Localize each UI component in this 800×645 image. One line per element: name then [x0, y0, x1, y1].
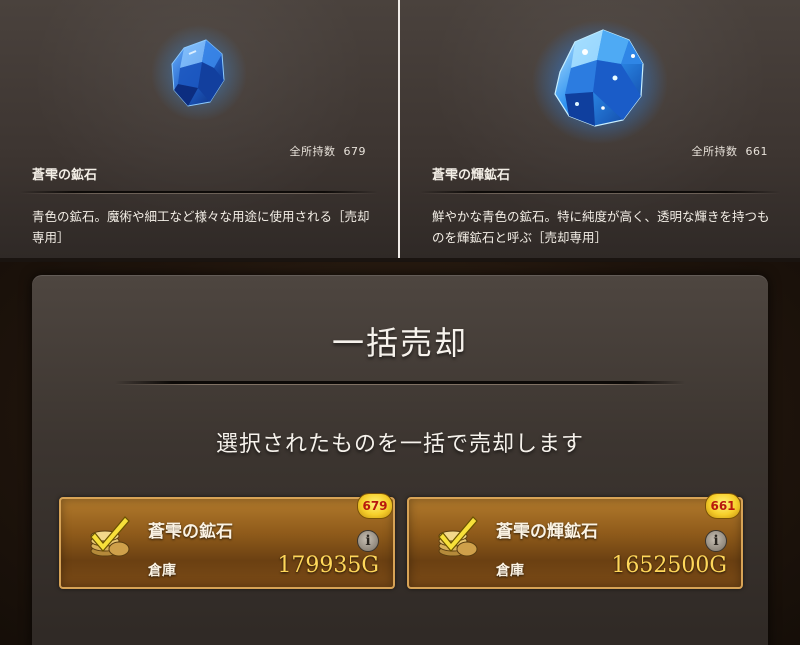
title-divider [115, 381, 685, 385]
owned-label: 全所持数 [691, 145, 738, 158]
dialog-message: 選択されたものを一括で売却します [215, 432, 584, 457]
owned-count-value: 679 [343, 145, 366, 158]
gold-coins-check-icon [437, 513, 483, 563]
owned-count-text: 全所持数 679 [290, 143, 367, 159]
card-location: 倉庫 [148, 563, 176, 579]
info-button[interactable]: i [705, 530, 727, 552]
card-item-name: 蒼雫の鉱石 [148, 522, 233, 542]
sell-item-card-shining-ore[interactable]: 蒼雫の輝鉱石 倉庫 1652500G 661 i [407, 493, 743, 589]
owned-label: 全所持数 [289, 145, 336, 158]
blue-shining-ore-gem-icon [400, 18, 800, 147]
sell-item-card-ore[interactable]: 蒼雫の鉱石 倉庫 179935G 679 i [59, 493, 395, 589]
card-price: 1652500G [611, 553, 727, 578]
card-item-name: 蒼雫の輝鉱石 [496, 522, 598, 542]
item-description: 鮮やかな青色の鉱石。特に純度が高く、透明な輝きを持つものを輝鉱石と呼ぶ［売却専用… [432, 209, 770, 245]
card-price: 179935G [277, 553, 379, 578]
item-detail-row: 全所持数 679 蒼雫の鉱石 青色の鉱石。魔術や細工など様々な用途に使用される［売… [0, 0, 800, 260]
item-name: 蒼雫の輝鉱石 [432, 168, 511, 183]
item-name: 蒼雫の鉱石 [32, 168, 98, 183]
gold-coins-check-icon [89, 513, 135, 563]
item-detail-panel-shining-ore: 全所持数 661 蒼雫の輝鉱石 鮮やかな青色の鉱石。特に純度が高く、透明な輝きを持… [400, 0, 800, 258]
item-description: 青色の鉱石。魔術や細工など様々な用途に使用される［売却専用］ [32, 209, 370, 245]
item-detail-panel-ore: 全所持数 679 蒼雫の鉱石 青色の鉱石。魔術や細工など様々な用途に使用される［売… [0, 0, 400, 258]
blue-ore-gem-icon [0, 18, 398, 128]
divider [420, 191, 780, 194]
count-badge: 679 [357, 493, 393, 519]
game-screen: 全所持数 679 蒼雫の鉱石 青色の鉱石。魔術や細工など様々な用途に使用される［売… [0, 0, 800, 645]
divider [20, 191, 378, 194]
card-location: 倉庫 [496, 563, 524, 579]
owned-count-value: 661 [745, 145, 768, 158]
dialog-title: 一括売却 [331, 324, 468, 362]
info-button[interactable]: i [357, 530, 379, 552]
count-badge: 661 [705, 493, 741, 519]
owned-count-text: 全所持数 661 [692, 143, 769, 159]
